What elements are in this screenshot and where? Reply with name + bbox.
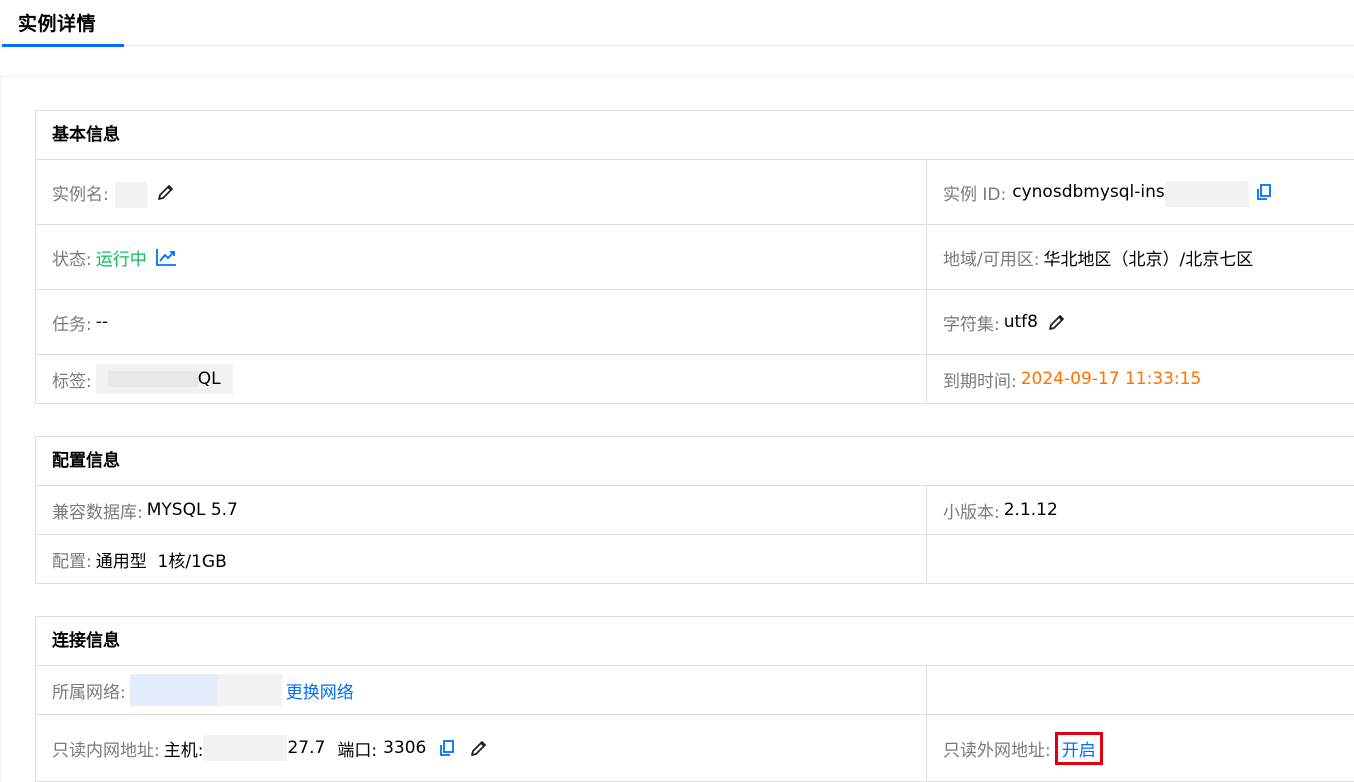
- tab-bar: 实例详情: [0, 0, 1354, 47]
- minor-version-value: 2.1.12: [1003, 500, 1058, 520]
- row-task-charset: 任务: -- 字符集: utf8: [36, 290, 1354, 355]
- empty-cell: [926, 535, 1354, 583]
- empty-cell: [926, 666, 1354, 714]
- tab-label: 实例详情: [18, 13, 97, 35]
- status-label: 状态:: [52, 249, 92, 270]
- host-label: 主机:: [163, 740, 204, 761]
- detail-panel: 基本信息 实例名: 实例 ID: cynosdbmysql-ins 状态: 运行…: [0, 76, 1354, 782]
- tab-instance-details[interactable]: 实例详情: [2, 0, 124, 47]
- row-name-id: 实例名: 实例 ID: cynosdbmysql-ins: [36, 160, 1354, 225]
- change-network-link[interactable]: 更换网络: [286, 678, 354, 703]
- row-network: 所属网络: 更换网络: [36, 666, 1354, 715]
- db-value: MYSQL 5.7: [146, 500, 238, 520]
- region-value: 华北地区（北京）/北京七区: [1043, 249, 1254, 270]
- port-value: 3306: [383, 738, 427, 758]
- charset-value: utf8: [1003, 312, 1038, 332]
- task-value: --: [95, 312, 109, 332]
- host-masked: [203, 735, 288, 761]
- row-spec: 配置: 通用型 1核/1GB: [36, 535, 1354, 583]
- db-label: 兼容数据库:: [52, 502, 143, 523]
- expire-label: 到期时间:: [943, 371, 1017, 392]
- instance-id-value: cynosdbmysql-ins: [1012, 182, 1165, 202]
- charset-label: 字符集:: [943, 314, 1000, 335]
- copy-id-icon[interactable]: [1253, 181, 1275, 203]
- active-tab-indicator: [2, 44, 124, 47]
- config-info-section: 配置信息 兼容数据库: MYSQL 5.7 小版本: 2.1.12 配置: 通用…: [35, 436, 1354, 584]
- instance-name-label: 实例名:: [52, 184, 109, 205]
- section-title: 基本信息: [36, 111, 1354, 160]
- instance-name-value: [114, 182, 147, 208]
- ro-internal-label: 只读内网地址:: [52, 740, 160, 761]
- row-tag-expire: 标签: QL 到期时间: 2024-09-17 11:33:15: [36, 355, 1354, 403]
- section-title: 连接信息: [36, 617, 1354, 666]
- network-masked: [129, 674, 282, 706]
- tag-masked: [107, 371, 198, 387]
- edit-charset-pencil-icon[interactable]: [1046, 311, 1068, 333]
- copy-address-icon[interactable]: [436, 737, 458, 759]
- host-suffix: 27.7: [287, 738, 326, 758]
- status-value: 运行中: [95, 249, 147, 270]
- expire-value: 2024-09-17 11:33:15: [1020, 369, 1202, 389]
- edit-address-pencil-icon[interactable]: [468, 737, 490, 759]
- tag-value-suffix: QL: [197, 369, 221, 389]
- monitor-chart-icon[interactable]: [155, 246, 177, 268]
- spec-value: 通用型 1核/1GB: [95, 551, 227, 572]
- row-status-region: 状态: 运行中 地域/可用区: 华北地区（北京）/北京七区: [36, 225, 1354, 290]
- row-db-minor: 兼容数据库: MYSQL 5.7 小版本: 2.1.12: [36, 486, 1354, 535]
- connection-info-section: 连接信息 所属网络: 更换网络 只读内网地址: 主机: 27.7 端口: 330…: [35, 616, 1354, 782]
- instance-id-label: 实例 ID:: [943, 184, 1007, 205]
- tag-chip[interactable]: QL: [95, 364, 233, 394]
- tag-label: 标签:: [52, 371, 92, 392]
- region-label: 地域/可用区:: [943, 249, 1040, 270]
- port-label: 端口:: [337, 740, 378, 761]
- minor-version-label: 小版本:: [943, 502, 1000, 523]
- edit-name-pencil-icon[interactable]: [155, 181, 177, 203]
- ro-external-label: 只读外网地址:: [943, 740, 1051, 761]
- instance-id-masked: [1164, 181, 1249, 207]
- task-label: 任务:: [52, 314, 92, 335]
- basic-info-section: 基本信息 实例名: 实例 ID: cynosdbmysql-ins 状态: 运行…: [35, 110, 1354, 404]
- row-readonly-address: 只读内网地址: 主机: 27.7 端口: 3306 只读外网地址: 开启: [36, 715, 1354, 781]
- section-title: 配置信息: [36, 437, 1354, 486]
- enable-external-link[interactable]: 开启: [1062, 736, 1096, 761]
- network-label: 所属网络:: [52, 682, 126, 703]
- enable-external-highlight: 开启: [1054, 731, 1103, 765]
- spec-label: 配置:: [52, 551, 92, 572]
